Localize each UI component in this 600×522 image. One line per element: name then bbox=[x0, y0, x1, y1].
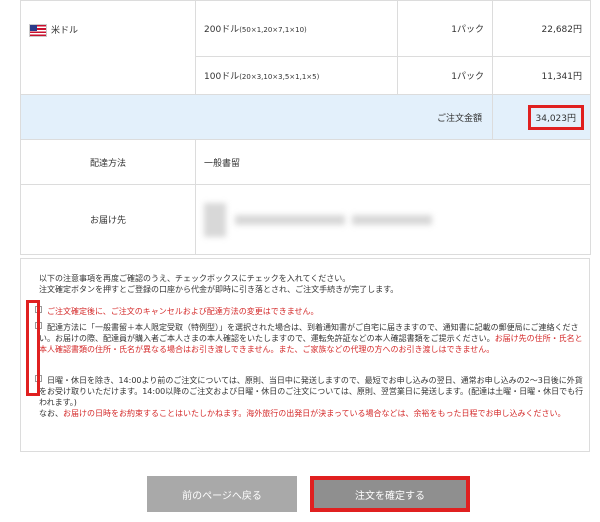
notice-item: 日曜・休日を除き、14:00より前のご注文については、原則、当日中に発送しますの… bbox=[35, 375, 584, 419]
total-label: ご注文金額 bbox=[20, 94, 493, 140]
denomination-cell: 100ドル(20×3,10×3,5×1,1×5) bbox=[195, 56, 398, 95]
delivery-method-row: 配達方法 一般書留 bbox=[20, 139, 591, 185]
quantity-cell: 1パック bbox=[397, 56, 493, 95]
currency-cell: 米ドル bbox=[20, 0, 196, 95]
destination-row: お届け先 bbox=[20, 184, 591, 255]
redacted-address-line bbox=[234, 214, 345, 225]
total-row: ご注文金額 34,023円 bbox=[20, 94, 591, 140]
us-flag-icon bbox=[29, 24, 47, 37]
notice-panel: 以下の注意事項を再度ご確認のうえ、チェックボックスにチェックを入れてください。 … bbox=[20, 258, 590, 452]
back-button[interactable]: 前のページへ戻る bbox=[147, 476, 297, 512]
delivery-method-label: 配達方法 bbox=[20, 139, 196, 185]
quantity-cell: 1パック bbox=[397, 0, 493, 57]
notice-item: 配達方法に「一般書留＋本人限定受取（特例型）」を選択された場合は、到着通知書がご… bbox=[35, 322, 584, 355]
total-value: 34,023円 bbox=[527, 104, 584, 130]
delivery-method-value: 一般書留 bbox=[195, 139, 591, 185]
total-cell: 34,023円 bbox=[492, 94, 591, 140]
confirm-order-button[interactable]: 注文を確定する bbox=[310, 476, 470, 512]
destination-value bbox=[195, 184, 591, 255]
destination-label: お届け先 bbox=[20, 184, 196, 255]
denomination-cell: 200ドル(50×1,20×7,1×10) bbox=[195, 0, 398, 57]
order-table: 米ドル 200ドル(50×1,20×7,1×10) 1パック 22,682円 1… bbox=[20, 0, 591, 255]
currency-label: 米ドル bbox=[51, 26, 79, 36]
order-row: 米ドル 200ドル(50×1,20×7,1×10) 1パック 22,682円 bbox=[20, 0, 591, 95]
price-cell: 11,341円 bbox=[492, 56, 591, 95]
redacted-address-line bbox=[351, 214, 432, 225]
redacted-address-block bbox=[204, 202, 226, 237]
checkbox-highlight bbox=[26, 300, 40, 396]
notice-intro: 以下の注意事項を再度ご確認のうえ、チェックボックスにチェックを入れてください。 … bbox=[39, 274, 399, 294]
notice-item: ご注文確定後に、ご注文のキャンセルおよび配達方法の変更はできません。 bbox=[35, 306, 584, 317]
price-cell: 22,682円 bbox=[492, 0, 591, 57]
